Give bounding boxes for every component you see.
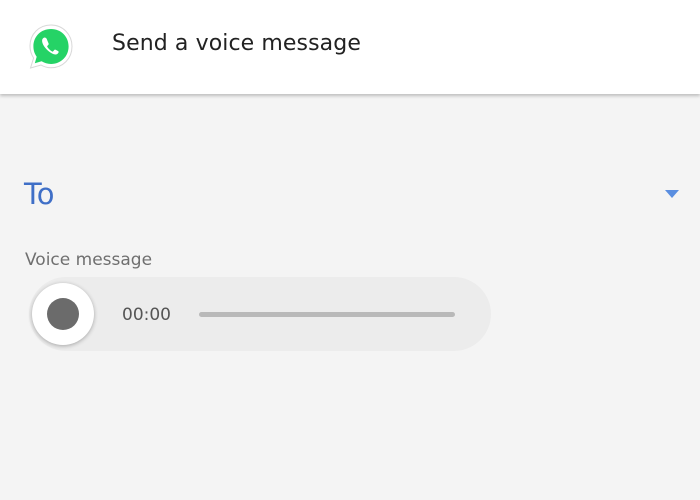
playback-progress-bar[interactable]	[199, 312, 455, 317]
record-dot-icon	[47, 298, 79, 330]
voice-message-label: Voice message	[25, 250, 153, 270]
triangle-down-icon[interactable]	[665, 190, 679, 198]
app-header: Send a voice message	[0, 0, 700, 94]
whatsapp-logo-icon	[26, 22, 76, 72]
page-title: Send a voice message	[112, 31, 361, 56]
recipient-label: To	[24, 177, 55, 211]
recipient-selector[interactable]: To	[0, 166, 700, 222]
record-button[interactable]	[32, 283, 94, 345]
recording-time: 00:00	[122, 305, 171, 325]
voice-recorder: 00:00	[29, 277, 491, 351]
